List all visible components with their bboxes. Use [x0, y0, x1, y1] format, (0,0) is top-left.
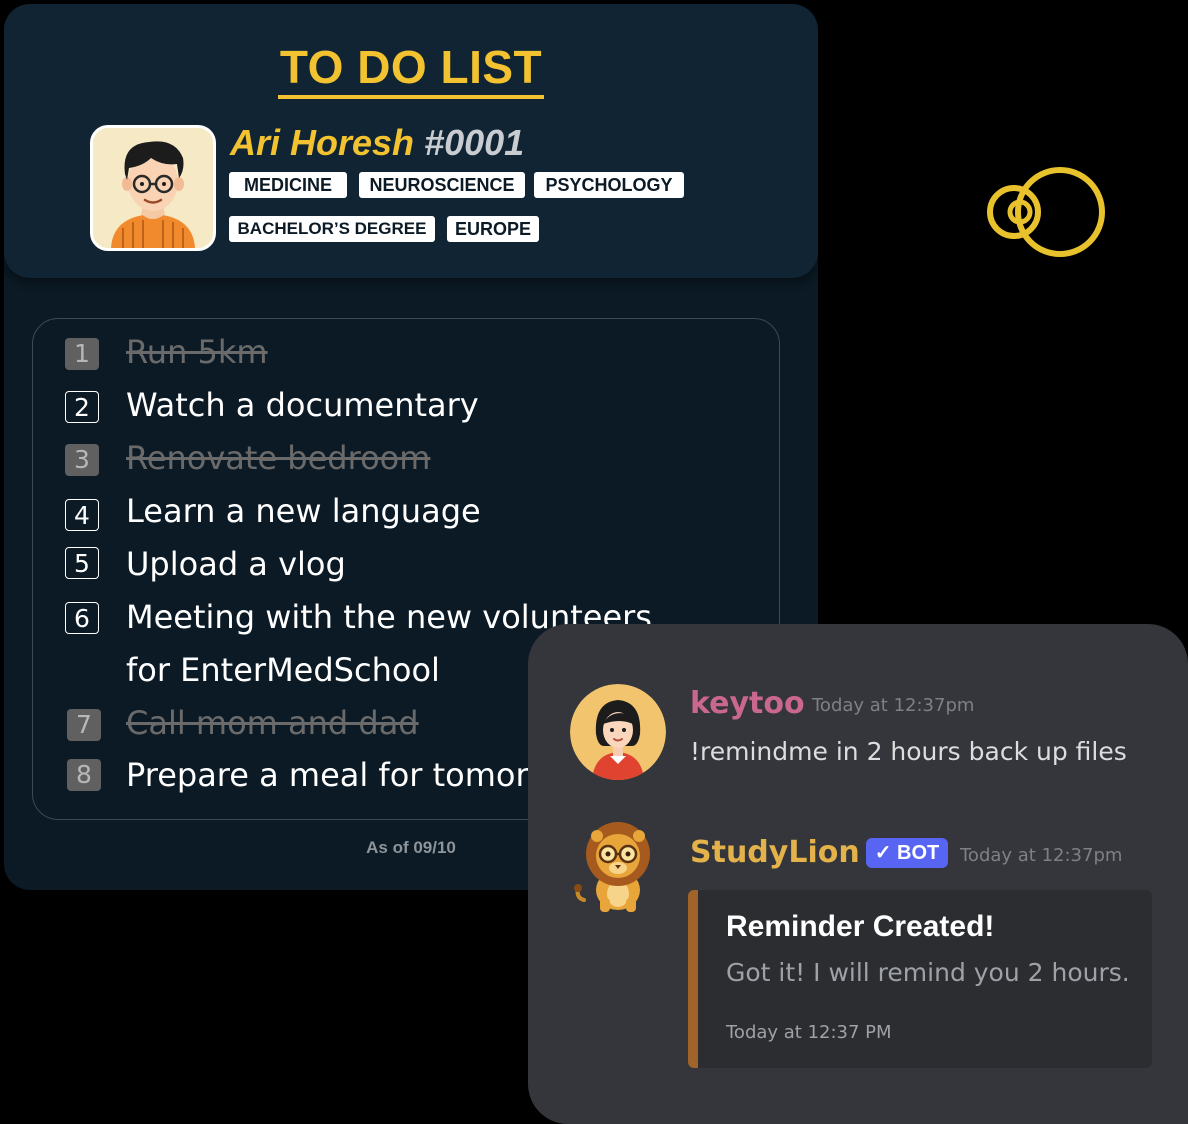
keytoo-avatar[interactable]: [570, 684, 666, 780]
item-number: 1: [65, 338, 99, 370]
embed-accent-bar: [688, 890, 698, 1068]
item-number: 5: [65, 547, 99, 579]
keytoo-username[interactable]: keytoo: [690, 686, 805, 721]
woman-avatar-icon: [570, 684, 666, 780]
user-avatar: [90, 125, 216, 251]
item-text: Renovate bedroom: [126, 439, 431, 477]
item-number: 2: [65, 391, 99, 423]
item-text: Upload a vlog: [126, 545, 346, 583]
item-number: 6: [65, 602, 99, 634]
yellow-rings-icon: [987, 167, 1105, 257]
reminder-embed: Reminder Created! Got it! I will remind …: [688, 890, 1152, 1068]
tag-neuroscience: NEUROSCIENCE: [359, 172, 525, 198]
item-number: 7: [67, 709, 101, 741]
bot-badge: ✓ BOT: [866, 838, 948, 868]
todo-header: TO DO LIST Ari Horesh #0001 MEDICINE NEU…: [4, 4, 818, 278]
user-name: Ari Horesh #0001: [230, 122, 524, 164]
tag-bachelors-degree: BACHELOR’S DEGREE: [229, 216, 435, 242]
tag-medicine: MEDICINE: [229, 172, 347, 198]
item-text: Watch a documentary: [126, 386, 479, 424]
embed-description: Got it! I will remind you 2 hours.: [726, 958, 1130, 987]
item-number: 4: [65, 499, 99, 531]
studylion-avatar[interactable]: [570, 818, 666, 914]
embed-footer-timestamp: Today at 12:37 PM: [726, 1022, 892, 1043]
item-text: Call mom and dad: [126, 704, 419, 742]
item-number: 8: [67, 759, 101, 791]
chat-panel: keytoo Today at 12:37pm !remindme in 2 h…: [528, 624, 1188, 1124]
man-with-glasses-avatar-icon: [93, 128, 213, 248]
item-number: 3: [65, 444, 99, 476]
item-text: Prepare a meal for tomorrow: [126, 756, 587, 794]
keytoo-timestamp: Today at 12:37pm: [812, 695, 975, 716]
item-text-continued: for EnterMedSchool: [126, 651, 440, 689]
studylion-timestamp: Today at 12:37pm: [960, 845, 1123, 866]
verified-check-icon: ✓: [874, 842, 892, 864]
tag-psychology: PSYCHOLOGY: [534, 172, 684, 198]
keytoo-message: !remindme in 2 hours back up files: [690, 737, 1127, 766]
tag-europe: EUROPE: [447, 216, 539, 242]
studylion-username[interactable]: StudyLion: [690, 835, 860, 870]
user-display-name: Ari Horesh: [230, 122, 415, 163]
bot-badge-label: BOT: [897, 842, 940, 864]
item-text: Run 5km: [126, 333, 268, 371]
todo-title: TO DO LIST: [4, 40, 818, 99]
item-text: Learn a new language: [126, 492, 481, 530]
user-discriminator: #0001: [424, 122, 525, 163]
embed-title: Reminder Created!: [726, 910, 995, 943]
lion-with-glasses-avatar-icon: [574, 822, 650, 912]
